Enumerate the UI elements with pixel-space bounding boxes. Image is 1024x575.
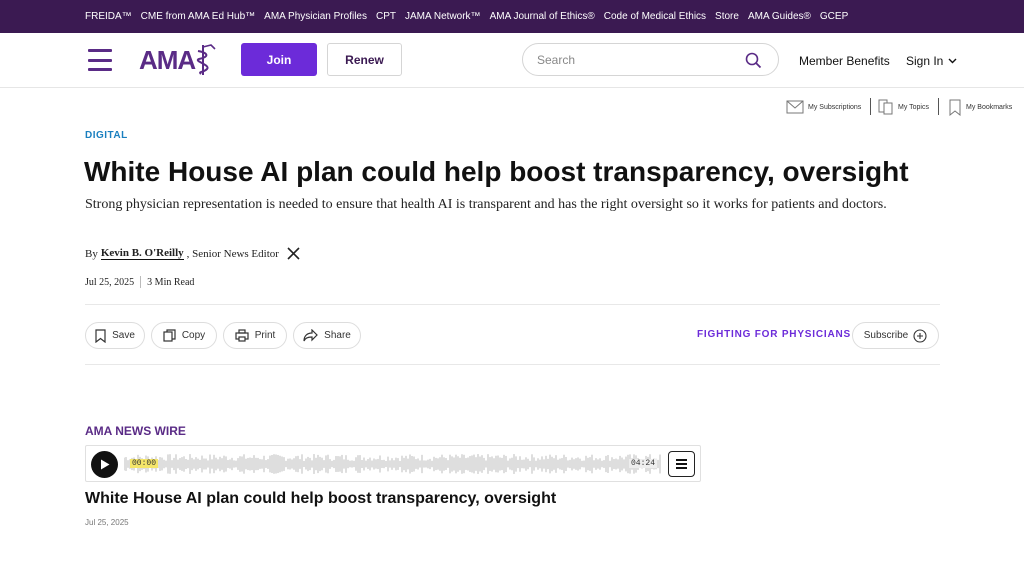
- sign-in-label: Sign In: [906, 54, 944, 68]
- audio-title: White House AI plan could help boost tra…: [85, 490, 557, 507]
- divider: [85, 364, 940, 365]
- top-nav-store[interactable]: Store: [715, 11, 739, 22]
- subscribe-button[interactable]: Subscribe: [852, 322, 939, 349]
- my-topics-label: My Topics: [898, 103, 929, 111]
- my-bookmarks-link[interactable]: My Bookmarks: [948, 97, 1012, 117]
- printer-icon: [235, 329, 249, 342]
- subscribe-label: Subscribe: [863, 330, 909, 341]
- x-social-icon[interactable]: [287, 247, 300, 260]
- current-time: 00:00: [130, 459, 159, 468]
- envelope-icon: [786, 100, 804, 114]
- top-nav-cpt[interactable]: CPT: [376, 11, 396, 22]
- print-label: Print: [254, 330, 276, 341]
- article-headline: White House AI plan could help boost tra…: [84, 156, 909, 187]
- join-button[interactable]: Join: [241, 43, 317, 76]
- plus-circle-icon: [913, 328, 927, 343]
- author-role: , Senior News Editor: [186, 247, 279, 260]
- top-nav-code-of-ethics[interactable]: Code of Medical Ethics: [604, 11, 706, 22]
- my-topics-link[interactable]: My Topics: [878, 97, 929, 117]
- playlist-menu-button[interactable]: [668, 451, 695, 477]
- copy-label: Copy: [181, 330, 206, 341]
- search-box: [522, 43, 779, 76]
- byline: By Kevin B. O'Reilly , Senior News Edito…: [85, 247, 300, 260]
- utility-divider: [870, 98, 871, 115]
- save-button[interactable]: Save: [85, 322, 145, 349]
- top-nav-physician-profiles[interactable]: AMA Physician Profiles: [264, 11, 367, 22]
- dateline: Jul 25, 2025 3 Min Read: [85, 276, 194, 288]
- logo-text: AMA: [139, 44, 196, 75]
- play-button[interactable]: [91, 451, 118, 478]
- my-subscriptions-label: My Subscriptions: [808, 103, 862, 111]
- copy-icon: [163, 329, 176, 342]
- search-icon[interactable]: [745, 52, 762, 69]
- main-header: AMA Join Renew Member Benefits Sign In: [0, 33, 1024, 88]
- my-subscriptions-link[interactable]: My Subscriptions: [786, 97, 861, 117]
- divider: [85, 304, 940, 305]
- member-benefits-link[interactable]: Member Benefits: [799, 54, 890, 68]
- top-nav-jama[interactable]: JAMA Network™: [405, 11, 481, 22]
- byline-prefix: By: [85, 247, 98, 260]
- chevron-down-icon: [948, 58, 957, 64]
- dateline-divider: [140, 276, 142, 288]
- top-nav-freida[interactable]: FREIDA™: [85, 11, 132, 22]
- copy-button[interactable]: Copy: [151, 322, 217, 349]
- author-link[interactable]: Kevin B. O'Reilly: [100, 247, 184, 260]
- hamburger-menu-icon[interactable]: [88, 49, 112, 71]
- topics-icon: [878, 99, 893, 115]
- fighting-for-physicians-link[interactable]: FIGHTING FOR PHYSICIANS: [697, 329, 851, 340]
- bookmark-icon: [95, 328, 106, 343]
- bookmark-icon: [949, 99, 961, 116]
- total-time: 04:24: [629, 459, 658, 468]
- share-icon: [303, 329, 319, 342]
- audio-date: Jul 25, 2025: [85, 518, 129, 527]
- publish-date: Jul 25, 2025: [85, 276, 135, 288]
- top-nav-cme[interactable]: CME from AMA Ed Hub™: [141, 11, 255, 22]
- read-time: 3 Min Read: [147, 276, 195, 288]
- caduceus-icon: [197, 44, 216, 75]
- section-tag[interactable]: DIGITAL: [85, 130, 128, 141]
- top-nav-gcep[interactable]: GCEP: [820, 11, 848, 22]
- renew-button[interactable]: Renew: [327, 43, 402, 76]
- top-nav-journal-of-ethics[interactable]: AMA Journal of Ethics®: [490, 11, 595, 22]
- article-subhead: Strong physician representation is neede…: [85, 197, 887, 212]
- audio-player: 00:00 04:24: [85, 445, 701, 482]
- share-button[interactable]: Share: [293, 322, 361, 349]
- share-label: Share: [324, 330, 351, 341]
- print-button[interactable]: Print: [223, 322, 287, 349]
- save-label: Save: [112, 330, 135, 341]
- play-icon: [100, 459, 109, 470]
- my-bookmarks-label: My Bookmarks: [966, 103, 1013, 111]
- sign-in-dropdown[interactable]: Sign In: [906, 54, 957, 68]
- search-input[interactable]: [537, 52, 737, 68]
- audio-waveform[interactable]: [124, 452, 662, 476]
- utility-divider: [938, 98, 939, 115]
- ama-logo[interactable]: AMA: [139, 43, 217, 77]
- top-utility-bar: FREIDA™ CME from AMA Ed Hub™ AMA Physici…: [0, 0, 1024, 33]
- top-nav-guides[interactable]: AMA Guides®: [748, 11, 811, 22]
- news-wire-heading: AMA NEWS WIRE: [85, 424, 186, 438]
